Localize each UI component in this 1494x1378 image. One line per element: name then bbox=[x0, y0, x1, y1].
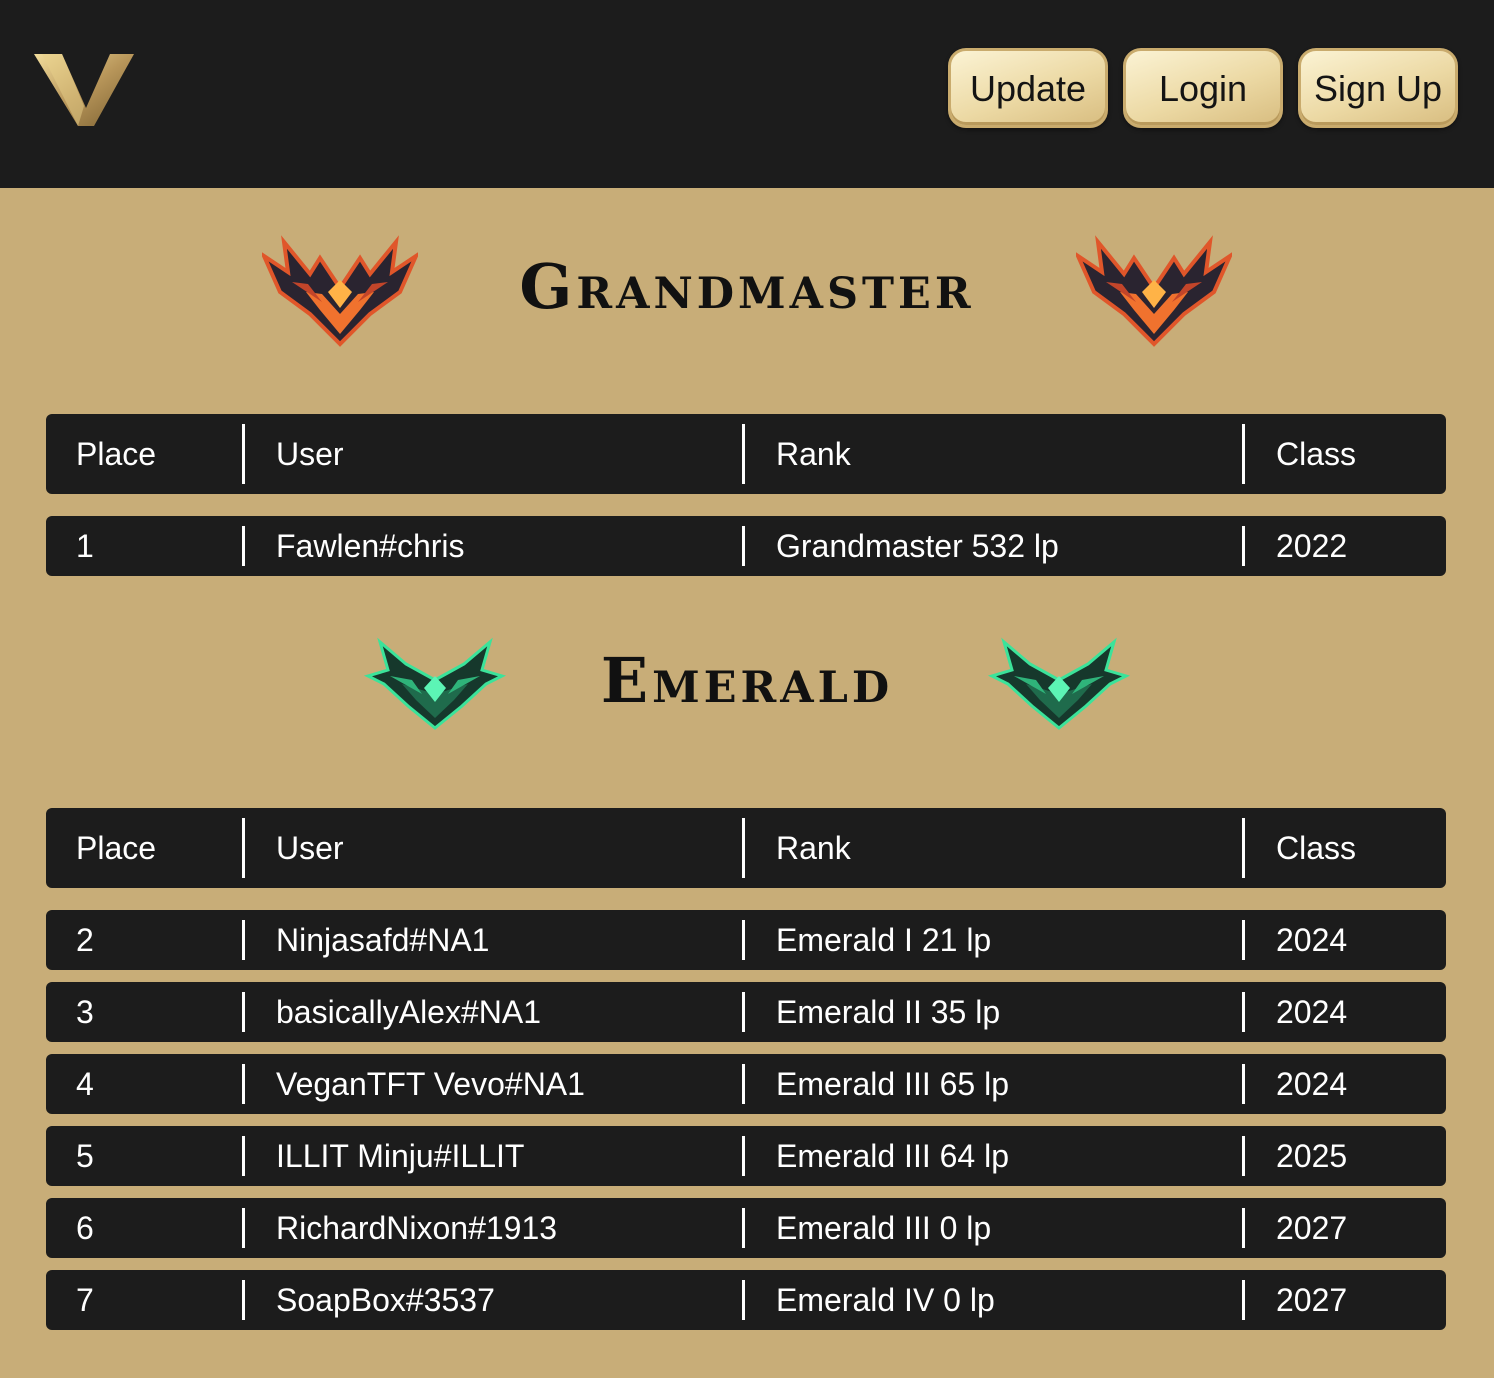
grandmaster-emblem-icon bbox=[1076, 235, 1232, 347]
top-header: Update Login Sign Up bbox=[0, 0, 1494, 188]
emerald-table-header: Place User Rank Class bbox=[46, 808, 1446, 888]
rank-cell: Grandmaster 532 lp bbox=[776, 527, 1059, 564]
table-row[interactable]: 7 SoapBox#3537 Emerald IV 0 lp 2027 bbox=[46, 1270, 1446, 1330]
class-header[interactable]: Class bbox=[1276, 808, 1356, 888]
rank-cell: Emerald II 35 lp bbox=[776, 993, 1001, 1030]
column-divider bbox=[242, 1280, 245, 1320]
column-divider bbox=[742, 818, 745, 878]
user-header[interactable]: User bbox=[276, 414, 344, 494]
user-cell: VeganTFT Vevo#NA1 bbox=[276, 1065, 585, 1102]
column-divider bbox=[742, 1280, 745, 1320]
class-cell: 2024 bbox=[1276, 1065, 1348, 1102]
emerald-emblem-icon bbox=[987, 637, 1131, 730]
table-row[interactable]: 5 ILLIT Minju#ILLIT Emerald III 64 lp 20… bbox=[46, 1126, 1446, 1186]
place-cell: 4 bbox=[76, 1065, 94, 1102]
column-divider bbox=[1242, 1064, 1245, 1104]
place-cell: 2 bbox=[76, 921, 94, 958]
column-divider bbox=[742, 992, 745, 1032]
user-cell: Ninjasafd#NA1 bbox=[276, 921, 490, 958]
column-divider bbox=[242, 992, 245, 1032]
table-row[interactable]: 4 VeganTFT Vevo#NA1 Emerald III 65 lp 20… bbox=[46, 1054, 1446, 1114]
column-divider bbox=[742, 1208, 745, 1248]
class-cell: 2027 bbox=[1276, 1209, 1348, 1246]
column-divider bbox=[742, 526, 745, 566]
class-cell: 2022 bbox=[1276, 527, 1348, 564]
place-cell: 1 bbox=[76, 527, 94, 564]
emerald-title: Emerald bbox=[600, 644, 894, 717]
rank-header[interactable]: Rank bbox=[776, 808, 851, 888]
column-divider bbox=[1242, 818, 1245, 878]
column-divider bbox=[242, 526, 245, 566]
column-divider bbox=[1242, 526, 1245, 566]
rank-cell: Emerald I 21 lp bbox=[776, 921, 992, 958]
rank-cell: Emerald III 64 lp bbox=[776, 1137, 1009, 1174]
column-divider bbox=[242, 1208, 245, 1248]
column-divider bbox=[1242, 992, 1245, 1032]
column-divider bbox=[242, 1136, 245, 1176]
place-header[interactable]: Place bbox=[76, 808, 156, 888]
user-cell: ILLIT Minju#ILLIT bbox=[276, 1137, 525, 1174]
rank-header[interactable]: Rank bbox=[776, 414, 851, 494]
place-cell: 5 bbox=[76, 1137, 94, 1174]
column-divider bbox=[1242, 1280, 1245, 1320]
rank-cell: Emerald III 65 lp bbox=[776, 1065, 1009, 1102]
column-divider bbox=[742, 1136, 745, 1176]
table-row[interactable]: 1 Fawlen#chris Grandmaster 532 lp 2022 bbox=[46, 516, 1446, 576]
table-row[interactable]: 6 RichardNixon#1913 Emerald III 0 lp 202… bbox=[46, 1198, 1446, 1258]
column-divider bbox=[1242, 1208, 1245, 1248]
update-button[interactable]: Update bbox=[948, 48, 1108, 128]
user-cell: RichardNixon#1913 bbox=[276, 1209, 558, 1246]
column-divider bbox=[1242, 920, 1245, 960]
column-divider bbox=[1242, 424, 1245, 484]
place-cell: 3 bbox=[76, 993, 94, 1030]
place-cell: 6 bbox=[76, 1209, 94, 1246]
sign-up-button[interactable]: Sign Up bbox=[1298, 48, 1458, 128]
class-cell: 2024 bbox=[1276, 921, 1348, 958]
column-divider bbox=[242, 920, 245, 960]
column-divider bbox=[242, 424, 245, 484]
rank-cell: Emerald IV 0 lp bbox=[776, 1281, 995, 1318]
user-cell: Fawlen#chris bbox=[276, 527, 465, 564]
place-cell: 7 bbox=[76, 1281, 94, 1318]
column-divider bbox=[742, 1064, 745, 1104]
user-cell: basicallyAlex#NA1 bbox=[276, 993, 542, 1030]
grandmaster-title: Grandmaster bbox=[519, 250, 975, 323]
column-divider bbox=[742, 920, 745, 960]
table-row[interactable]: 3 basicallyAlex#NA1 Emerald II 35 lp 202… bbox=[46, 982, 1446, 1042]
table-row[interactable]: 2 Ninjasafd#NA1 Emerald I 21 lp 2024 bbox=[46, 910, 1446, 970]
v-logo-icon[interactable] bbox=[32, 50, 136, 128]
class-cell: 2024 bbox=[1276, 993, 1348, 1030]
column-divider bbox=[742, 424, 745, 484]
user-cell: SoapBox#3537 bbox=[276, 1281, 495, 1318]
class-cell: 2027 bbox=[1276, 1281, 1348, 1318]
column-divider bbox=[1242, 1136, 1245, 1176]
grandmaster-table-header: Place User Rank Class bbox=[46, 414, 1446, 494]
class-cell: 2025 bbox=[1276, 1137, 1348, 1174]
column-divider bbox=[242, 1064, 245, 1104]
class-header[interactable]: Class bbox=[1276, 414, 1356, 494]
column-divider bbox=[242, 818, 245, 878]
login-button[interactable]: Login bbox=[1123, 48, 1283, 128]
place-header[interactable]: Place bbox=[76, 414, 156, 494]
rank-cell: Emerald III 0 lp bbox=[776, 1209, 992, 1246]
user-header[interactable]: User bbox=[276, 808, 344, 888]
